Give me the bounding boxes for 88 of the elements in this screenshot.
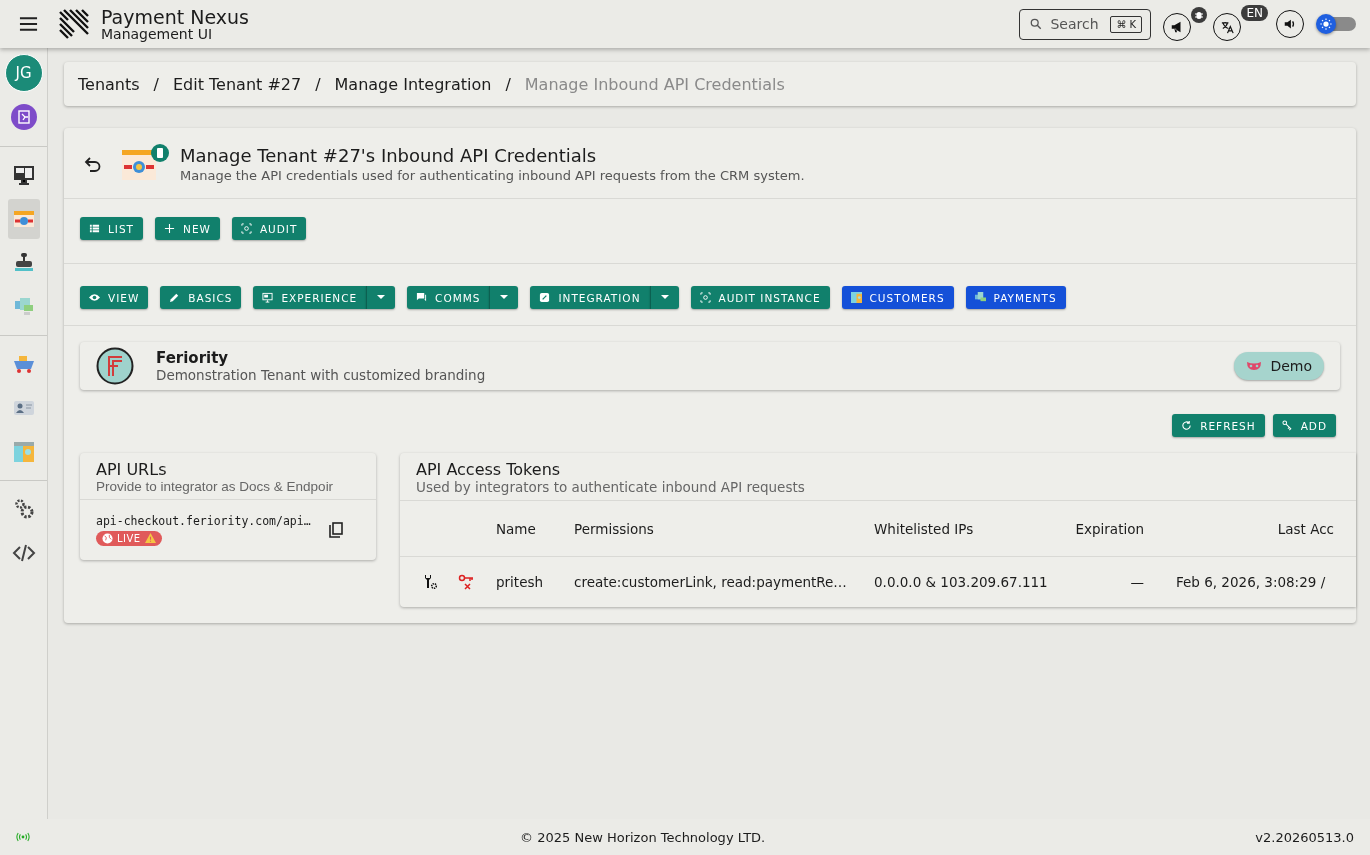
- column-header: Expiration: [1074, 520, 1144, 537]
- table-cell-text: pritesh: [496, 574, 545, 590]
- page-description: Manage the API credentials used for authenticating inbound API requests from the CRM system.: [180, 168, 805, 183]
- search-icon: [1030, 18, 1043, 30]
- revoke-key-icon[interactable]: [458, 574, 474, 590]
- tab-button[interactable]: COMMS: [407, 286, 490, 309]
- app-title: Payment Nexus: [101, 7, 249, 27]
- key-icon: [1281, 420, 1293, 431]
- breadcrumb-separator: /: [315, 74, 321, 94]
- card-subtitle: Used by integrators to authenticate inbound API requests: [416, 479, 806, 495]
- globe-icon: [102, 533, 113, 544]
- table-cell-text: create:customerLink, read:paymentRe…: [574, 574, 848, 590]
- table-cell-text: —: [1129, 574, 1144, 590]
- search-bar[interactable]: Search ⌘ K: [1019, 8, 1152, 40]
- tab-button[interactable]: AUDIT INSTANCE: [690, 286, 830, 309]
- breadcrumb-separator: /: [153, 74, 159, 94]
- tenant-logo: [96, 347, 134, 385]
- app-subtitle: Management UI: [101, 26, 214, 41]
- shortcut-key: ⌘ K: [1110, 15, 1143, 33]
- eye-icon: [89, 292, 100, 303]
- sun-icon: [1320, 18, 1332, 30]
- connection-icon: [16, 832, 30, 842]
- cards-icon: [974, 292, 986, 303]
- table-cell-text: 0.0.0.0 & 103.209.67.111: [874, 574, 1049, 590]
- scan-icon: [699, 292, 711, 303]
- action-button[interactable]: AUDIT: [231, 217, 307, 240]
- version-text: v2.20260513.0: [1255, 829, 1354, 845]
- tab-button[interactable]: EXPERIENCE: [253, 286, 367, 309]
- translate-icon: [1219, 19, 1235, 35]
- column-header: Last Acc: [1276, 520, 1334, 537]
- search-input[interactable]: Search: [1048, 15, 1105, 33]
- breadcrumb-link[interactable]: Tenants: [78, 74, 140, 94]
- dropdown-button[interactable]: [649, 286, 679, 309]
- pencil-icon: [169, 292, 181, 303]
- copyright-text: © 2025 New Horizon Technology LTD.: [519, 829, 767, 845]
- logo-icon: [58, 8, 90, 40]
- caret-icon: [377, 295, 386, 300]
- tenant-name: Feriority: [156, 349, 230, 367]
- toolbar-button[interactable]: ADD: [1272, 414, 1336, 437]
- demo-chip: Demo: [1234, 352, 1324, 380]
- scan-icon: [240, 223, 252, 234]
- page-title: Manage Tenant #27's Inbound API Credentials: [180, 145, 598, 166]
- column-header: Name: [496, 520, 537, 537]
- api-url: api-checkout.feriority.com/api…: [96, 514, 311, 528]
- copy-icon[interactable]: [328, 522, 343, 538]
- tenant-description: Demonstration Tenant with customized branding: [156, 367, 487, 383]
- user-avatar[interactable]: JG: [4, 54, 43, 92]
- caret-icon: [660, 295, 669, 300]
- table-cell-text: Feb 6, 2026, 3:08:29 /: [1175, 574, 1327, 590]
- breadcrumb-link[interactable]: Manage Integration: [334, 74, 492, 94]
- mask-icon: [1246, 361, 1263, 371]
- column-header: Whitelisted IPs: [874, 520, 975, 537]
- chat-icon: [416, 292, 428, 303]
- menu-icon[interactable]: [19, 17, 38, 31]
- card-subtitle: Provide to integrator as Docs & Endpoir: [96, 479, 335, 494]
- tab-button[interactable]: VIEW: [80, 286, 149, 309]
- language-badge: EN: [1241, 5, 1268, 21]
- list-icon: [89, 223, 100, 234]
- plus-icon: [164, 223, 176, 234]
- breadcrumb-separator: /: [505, 74, 511, 94]
- current-page-label: Manage Inbound API Credentials: [524, 74, 785, 94]
- toolbar-button[interactable]: REFRESH: [1172, 414, 1265, 437]
- speaker-icon: [1283, 17, 1297, 31]
- settings-icon[interactable]: [422, 574, 438, 590]
- monitor-icon: [11, 163, 36, 187]
- link-icon: [539, 292, 551, 303]
- action-button[interactable]: LIST: [80, 217, 144, 240]
- caret-icon: [500, 295, 509, 300]
- profile-icon: [850, 292, 862, 303]
- card-title: API URLs: [96, 460, 168, 479]
- refresh-icon: [1181, 420, 1193, 431]
- dropdown-button[interactable]: [489, 286, 519, 309]
- dropdown-button[interactable]: [366, 286, 396, 309]
- action-button[interactable]: NEW: [155, 217, 220, 240]
- breadcrumb-link[interactable]: Edit Tenant #27: [173, 74, 302, 94]
- exit-icon[interactable]: [10, 104, 37, 130]
- tab-button[interactable]: INTEGRATION: [530, 286, 650, 309]
- live-chip: LIVE: [96, 531, 162, 546]
- profile-icon: [11, 440, 36, 464]
- monitor-icon: [262, 292, 274, 303]
- back-icon[interactable]: [84, 155, 102, 173]
- tab-button[interactable]: CUSTOMERS: [841, 286, 954, 309]
- tab-button[interactable]: BASICS: [160, 286, 242, 309]
- column-header: Permissions: [574, 520, 655, 537]
- warning-icon: [144, 533, 156, 544]
- tab-button[interactable]: PAYMENTS: [965, 286, 1066, 309]
- bug-badge: [1191, 7, 1208, 23]
- card-title: API Access Tokens: [416, 460, 562, 479]
